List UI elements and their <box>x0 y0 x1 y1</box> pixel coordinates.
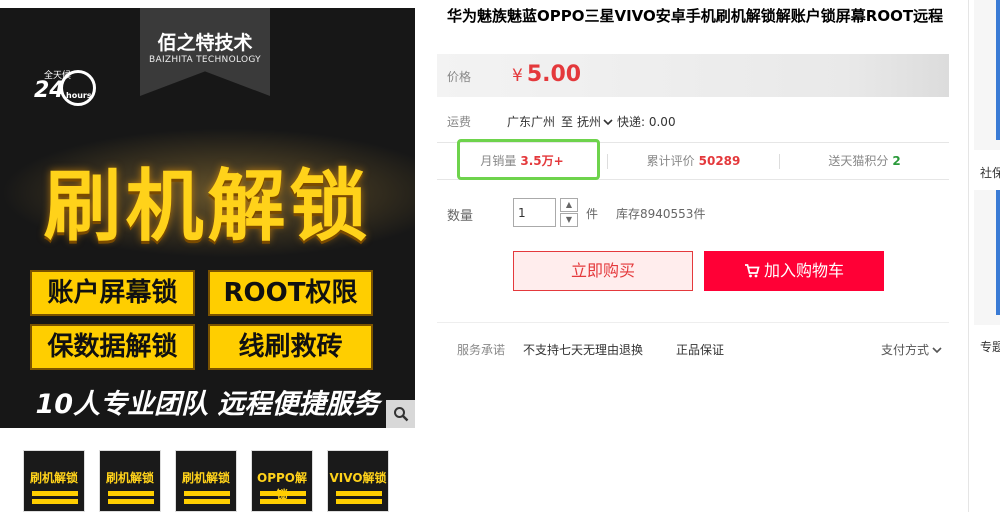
thumbnail-bar <box>184 499 230 504</box>
brand-name: 佰之特技术 <box>157 32 253 54</box>
product-page: 佰之特技术 BAIZHITA TECHNOLOGY 全天候 24 hours 刷… <box>0 0 1000 512</box>
image-tag: ROOT权限 <box>208 270 373 316</box>
brand-subtitle: BAIZHITA TECHNOLOGY <box>149 55 261 65</box>
quantity-decrease[interactable]: ▼ <box>560 213 578 227</box>
thumbnail[interactable]: VIVO解锁 <box>327 450 389 512</box>
zoom-button[interactable] <box>386 400 415 428</box>
price-label: 价格 <box>447 70 472 84</box>
thumbnail-bar <box>108 499 154 504</box>
magnifier-icon <box>393 407 408 422</box>
review-count-label: 累计评价 <box>646 154 695 168</box>
quantity-input[interactable] <box>513 198 556 227</box>
image-headline: 刷机解锁 <box>43 162 372 252</box>
add-to-cart-label: 加入购物车 <box>763 261 844 280</box>
review-count-value: 50289 <box>698 154 741 168</box>
ship-to-word: 至 <box>561 115 574 129</box>
image-tag: 账户屏幕锁 <box>30 270 195 316</box>
image-slogan: 10人专业团队 远程便捷服务 <box>35 389 380 420</box>
thumbnail[interactable]: 刷机解锁 <box>175 450 237 512</box>
tmall-points-value: 2 <box>892 154 901 168</box>
thumbnail-title: VIVO解锁 <box>329 471 387 485</box>
chevron-down-icon <box>932 347 942 354</box>
thumbnail-bar <box>336 499 382 504</box>
cart-icon <box>744 264 760 278</box>
price-box: 价格 ¥5.00 <box>437 54 949 97</box>
ship-from: 广东广州 <box>507 115 556 129</box>
payment-label: 支付方式 <box>881 343 930 357</box>
thumbnail-bar <box>260 491 306 496</box>
price-value: 5.00 <box>526 62 582 87</box>
quantity-label: 数量 <box>447 209 474 224</box>
product-title: 华为魅族魅蓝OPPO三星VIVO安卓手机刷机解锁解账户锁屏幕ROOT远程 <box>447 7 944 25</box>
thumbnail-bar <box>260 499 306 504</box>
buy-now-button[interactable]: 立即购买 <box>513 251 693 291</box>
shipping-label: 运费 <box>447 115 472 129</box>
sidebar-divider <box>968 0 969 512</box>
thumbnail[interactable]: 刷机解锁 <box>99 450 161 512</box>
thumbnail[interactable]: 刷机解锁 <box>23 450 85 512</box>
section-divider <box>437 322 949 323</box>
sidebar-label[interactable]: 社保 <box>980 164 1000 181</box>
main-product-image[interactable]: 佰之特技术 BAIZHITA TECHNOLOGY 全天候 24 hours 刷… <box>0 8 415 428</box>
quantity-increase[interactable]: ▲ <box>560 198 578 212</box>
tmall-points-label: 送天猫积分 <box>828 154 889 168</box>
shipping-fee: 快递: 0.00 <box>617 115 676 129</box>
quantity-unit: 件 <box>586 207 599 221</box>
currency-symbol: ¥ <box>512 66 523 86</box>
stock-count: 库存8940553件 <box>616 207 706 221</box>
thumbnail-bar <box>184 491 230 496</box>
thumbnail-bar <box>336 491 382 496</box>
thumbnail-bar <box>108 491 154 496</box>
service-label: 服务承诺 <box>457 343 506 357</box>
image-tag: 保数据解锁 <box>30 324 195 370</box>
thumbnail-title: 刷机解锁 <box>181 471 230 485</box>
payment-methods[interactable]: 支付方式 <box>881 341 942 358</box>
image-tag: 线刷救砖 <box>208 324 373 370</box>
chevron-down-icon <box>603 119 613 126</box>
thumbnail[interactable]: OPPO解锁 <box>251 450 313 512</box>
sidebar-accent <box>996 190 1000 315</box>
thumbnail-title: OPPO解锁 <box>257 471 307 502</box>
ship-to: 抚州 <box>577 115 602 129</box>
price-value-wrap: ¥5.00 <box>512 62 581 87</box>
service-item[interactable]: 不支持七天无理由退换 <box>523 341 643 358</box>
ship-to-dropdown[interactable]: 抚州 <box>577 113 613 130</box>
thumbnail-bar <box>32 491 78 496</box>
add-to-cart-button[interactable]: 加入购物车 <box>704 251 884 291</box>
sidebar-label[interactable]: 专题 <box>980 338 1000 355</box>
clock-number: 24 <box>34 78 65 103</box>
service-item[interactable]: 正品保证 <box>676 341 724 358</box>
clock-icon: 全天候 24 hours <box>34 68 102 108</box>
review-count[interactable]: 累计评价 50289 <box>608 143 779 180</box>
thumbnail-bar <box>32 499 78 504</box>
thumbnail-title: 刷机解锁 <box>105 471 154 485</box>
tmall-points: 送天猫积分 2 <box>780 143 949 180</box>
clock-unit: hours <box>66 91 92 100</box>
sidebar-accent <box>996 0 1000 140</box>
sales-highlight-box <box>457 139 600 180</box>
thumbnail-title: 刷机解锁 <box>29 471 78 485</box>
